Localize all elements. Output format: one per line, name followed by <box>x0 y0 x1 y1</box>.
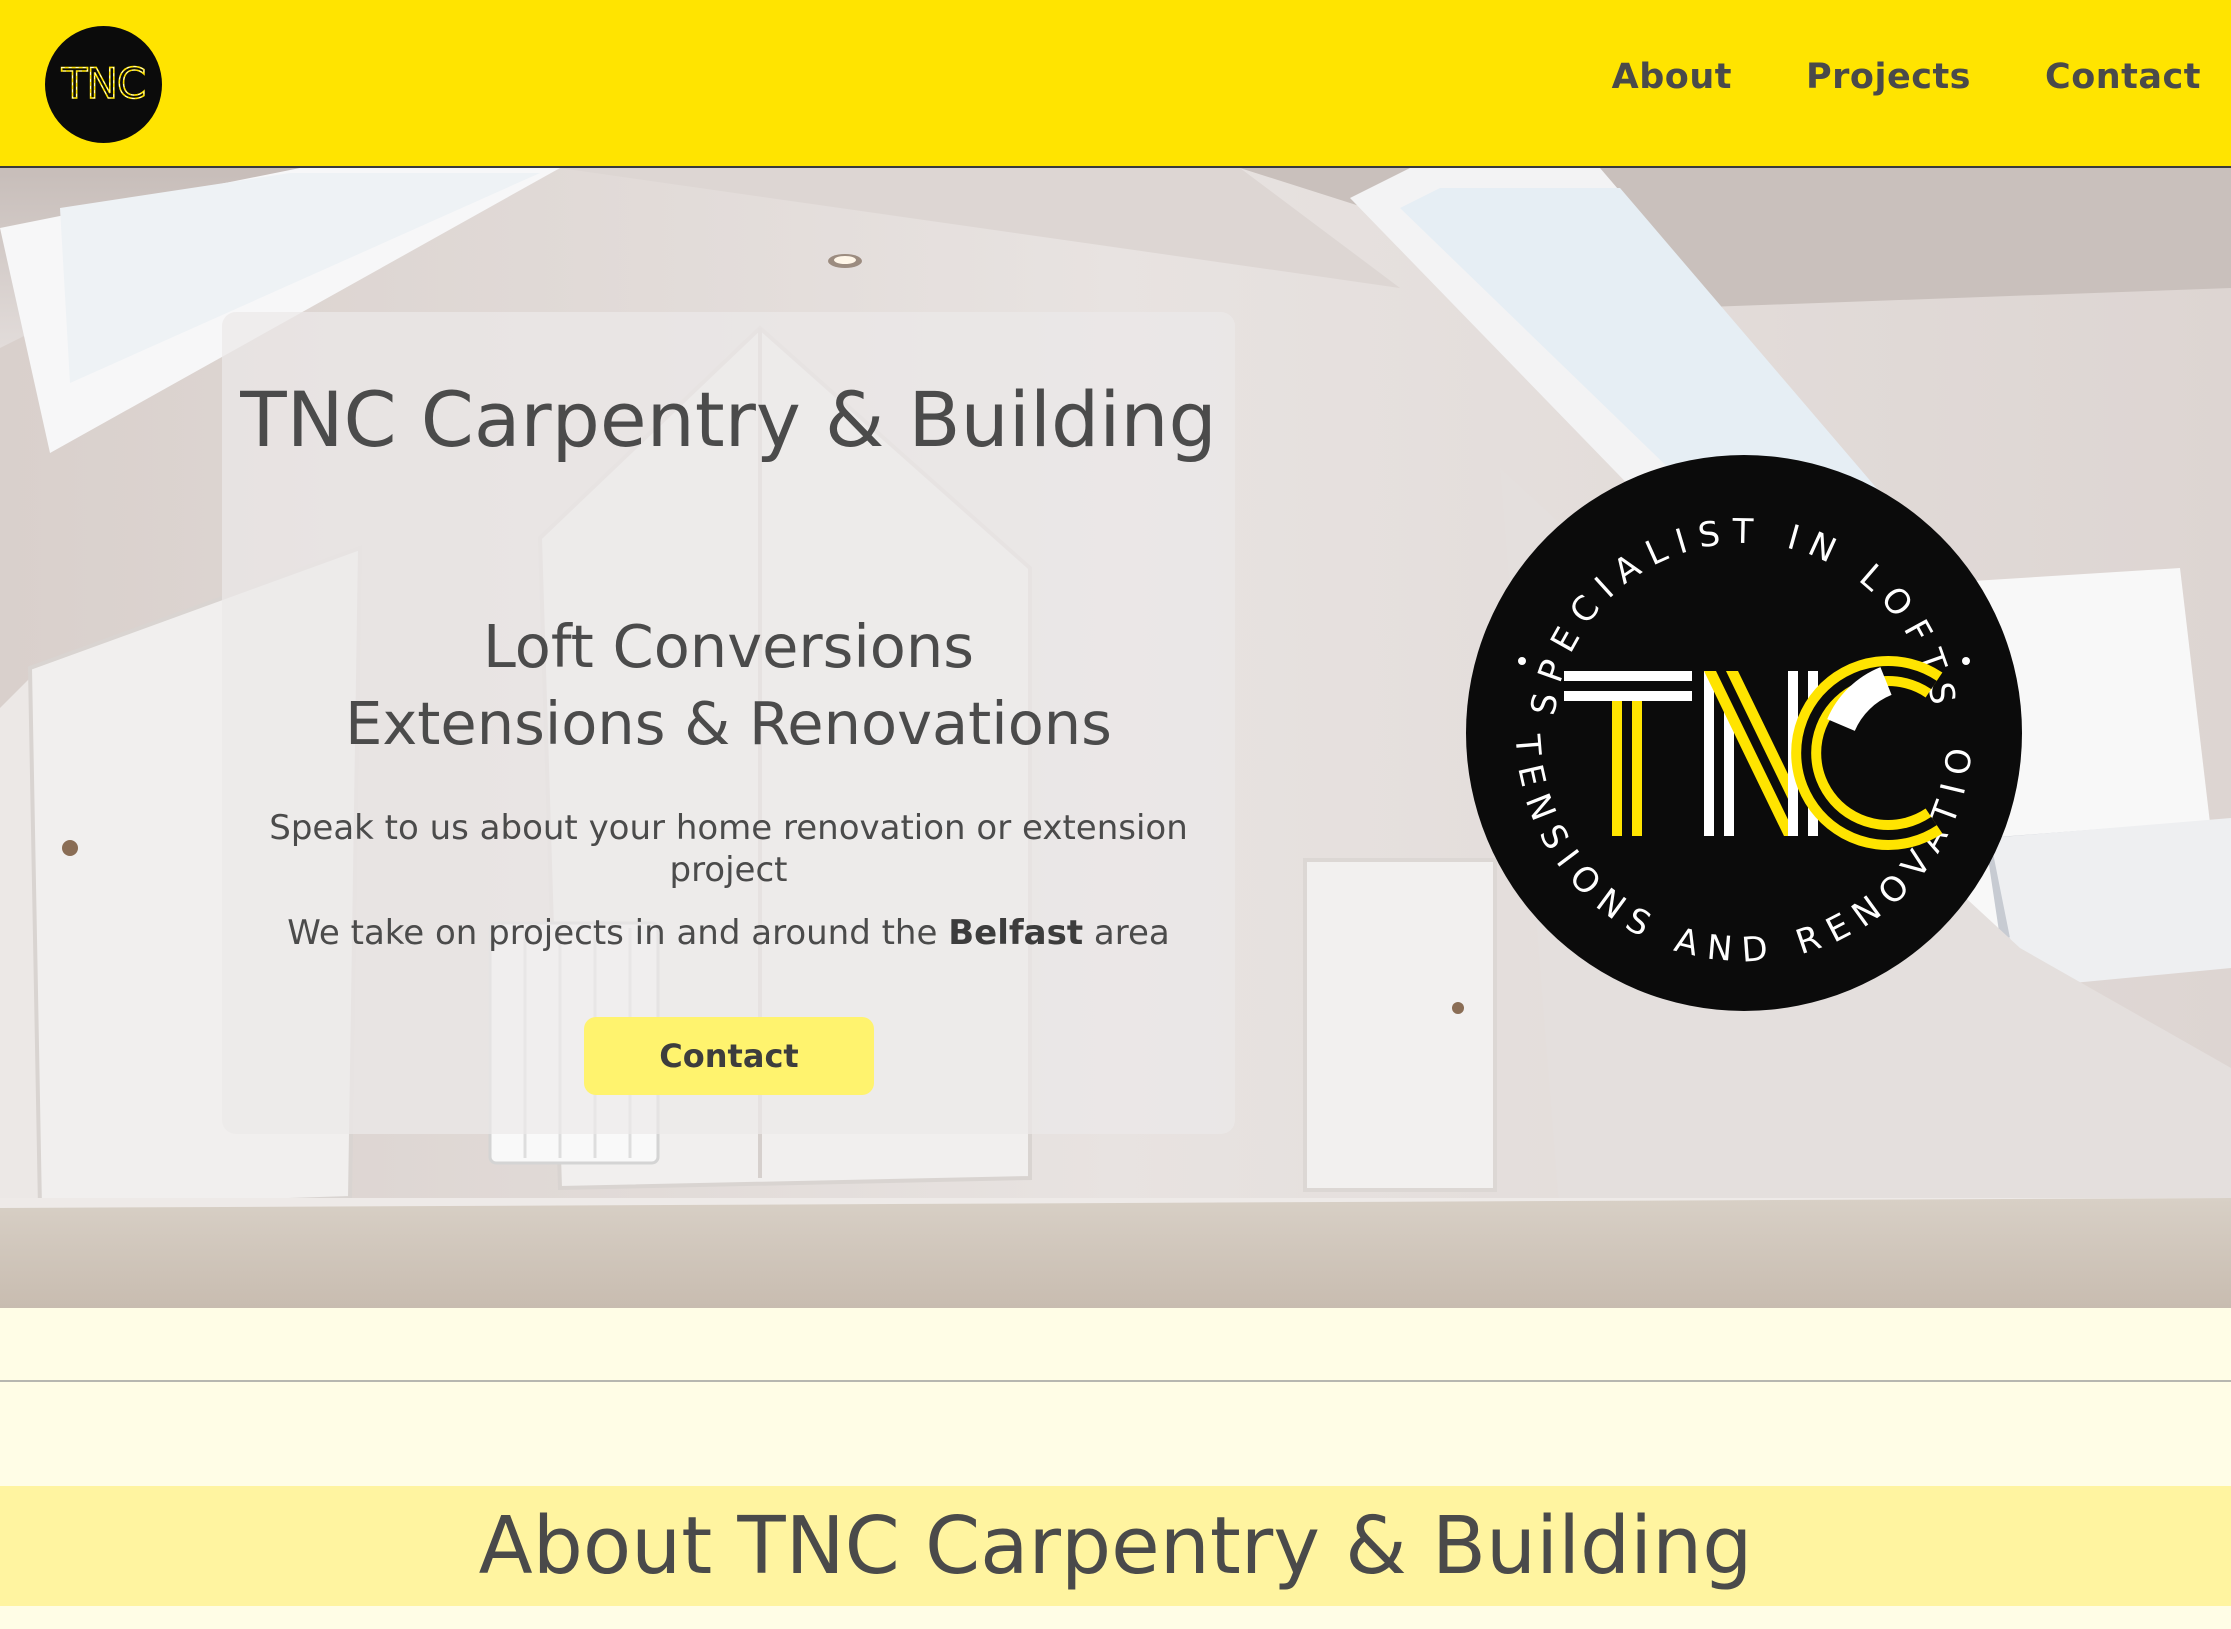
about-section-header: About TNC Carpentry & Building <box>0 1486 2231 1606</box>
hero-section: TNC Carpentry & Building Loft Conversion… <box>0 168 2231 1308</box>
brand-logo[interactable]: TNC TNC <box>45 26 162 143</box>
hero-intro-text: Speak to us about your home renovation o… <box>269 808 1188 890</box>
hero-area-location: Belfast <box>948 913 1084 953</box>
nav-projects[interactable]: Projects <box>1806 57 1971 97</box>
nav-about[interactable]: About <box>1612 57 1732 97</box>
hero-title: TNC Carpentry & Building <box>240 375 1217 464</box>
hero-area-text-before: We take on projects in and around the <box>287 913 949 953</box>
main-nav: About Projects Contact <box>1612 57 2201 97</box>
hero-card: TNC Carpentry & Building Loft Conversion… <box>222 312 1235 1134</box>
svg-text:TNC: TNC <box>61 59 145 108</box>
nav-contact[interactable]: Contact <box>2045 57 2201 97</box>
hero-area-text-after: area <box>1083 913 1170 953</box>
about-heading: About TNC Carpentry & Building <box>478 1500 1753 1592</box>
section-divider <box>0 1380 2231 1382</box>
tnc-badge-logo: SPECIALIST IN LOFTS EXTENSIONS AND RENOV… <box>1448 424 2022 1011</box>
hero-subtitle-line2: Extensions & Renovations <box>345 689 1112 758</box>
site-header: TNC TNC About Projects Contact <box>0 0 2231 168</box>
hero-area-text: We take on projects in and around the Be… <box>242 912 1215 954</box>
logo-mark: TNC TNC <box>60 58 147 109</box>
hero-subtitle-line1: Loft Conversions <box>482 612 975 681</box>
hero-contact-button[interactable]: Contact <box>584 1017 874 1095</box>
badge-graphic: SPECIALIST IN LOFTS EXTENSIONS AND RENOV… <box>1448 424 2022 1011</box>
hero-subtitle: Loft Conversions Extensions & Renovation… <box>222 608 1235 762</box>
